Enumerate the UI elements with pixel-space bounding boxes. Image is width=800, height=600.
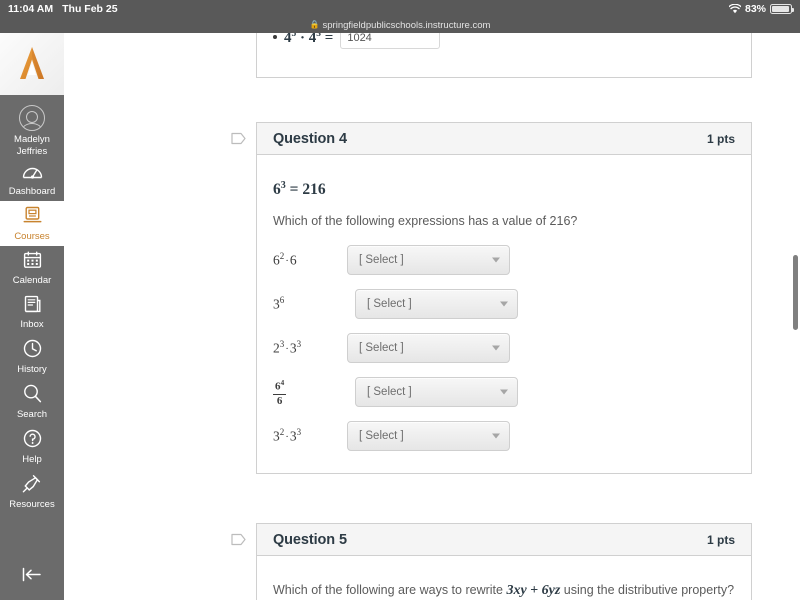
option-3-select[interactable]: [ Select ] — [347, 333, 510, 364]
chevron-down-icon — [492, 433, 500, 439]
question-4-option-row-1: 62·6 [ Select ] — [273, 245, 735, 276]
flag-icon[interactable] — [231, 532, 246, 552]
question-4-prompt: Which of the following expressions has a… — [273, 214, 578, 229]
help-icon — [23, 429, 42, 452]
pin-icon — [22, 474, 42, 497]
scrollbar-thumb[interactable] — [793, 255, 798, 330]
search-icon — [23, 384, 42, 407]
sidebar-item-dashboard[interactable]: Dashboard — [0, 159, 64, 201]
question-4-option-row-2: 36 [ Select ] — [273, 289, 735, 320]
option-3-expression: 23·33 — [273, 339, 302, 356]
option-4-select-label: [ Select ] — [367, 386, 412, 399]
option-5-expression: 32·33 — [273, 427, 302, 444]
option-4-numerator: 64 — [273, 378, 287, 395]
question-4-body: 63 = 216 Which of the following expressi… — [257, 155, 751, 473]
history-icon — [23, 339, 42, 362]
quiz-content-area: 45 · 43 = Question 4 1 pts 63 = — [64, 33, 800, 600]
option-4-expression: 64 6 — [273, 377, 355, 407]
previous-question-row: 45 · 43 = — [273, 33, 441, 49]
sidebar-label-resources: Resources — [9, 498, 55, 510]
chevron-down-icon — [492, 345, 500, 351]
global-nav-sidebar: Madelyn Jeffries Dashboard Courses Calen… — [0, 33, 64, 600]
sidebar-item-courses[interactable]: Courses — [0, 201, 64, 246]
question-5-math-1: 3xy — [506, 583, 527, 598]
question-5-prompt-before: Which of the following are ways to rewri… — [273, 583, 507, 597]
status-bar-date: Thu Feb 25 — [62, 2, 118, 15]
wifi-icon — [728, 3, 741, 14]
battery-percent-label: 83% — [744, 2, 766, 15]
sidebar-item-history[interactable]: History — [0, 334, 64, 379]
question-5-prompt-after: using the distributive property? — [560, 583, 735, 597]
battery-icon — [770, 3, 794, 14]
inbox-icon — [23, 295, 42, 317]
question-4-option-row-4: 64 6 [ Select ] — [273, 377, 735, 408]
status-bar-time: 11:04 AM — [8, 2, 54, 15]
question-5-math-op: + — [526, 583, 542, 598]
collapse-left-icon[interactable] — [0, 553, 64, 600]
option-1-select-label: [ Select ] — [359, 254, 404, 267]
option-4-denominator: 6 — [276, 394, 283, 407]
sidebar-item-inbox[interactable]: Inbox — [0, 290, 64, 334]
browser-url-bar[interactable]: 🔒 springfieldpublicschools.instructure.c… — [0, 17, 800, 33]
previous-question-answer-input[interactable] — [340, 33, 441, 49]
bullet-icon — [273, 35, 277, 39]
previous-question-card: 45 · 43 = — [256, 33, 752, 78]
chevron-down-icon — [500, 389, 508, 395]
sidebar-label-help: Help — [22, 453, 42, 465]
vertical-scrollbar[interactable] — [793, 33, 798, 600]
option-2-expression: 36 — [273, 295, 285, 312]
question-4-card: Question 4 1 pts 63 = 216 Which of the f… — [256, 122, 752, 475]
option-2-select-label: [ Select ] — [367, 298, 412, 311]
sidebar-label-history: History — [17, 363, 47, 375]
question-5-card: Question 5 1 pts Which of the following … — [256, 523, 752, 600]
account-name-line1: Madelyn — [14, 134, 50, 145]
question-5-header: Question 5 1 pts — [257, 524, 751, 556]
sidebar-label-dashboard: Dashboard — [8, 185, 56, 197]
calendar-icon — [23, 251, 42, 273]
question-4-header: Question 4 1 pts — [257, 123, 751, 155]
sidebar-label-inbox: Inbox — [20, 318, 44, 330]
url-text: springfieldpublicschools.instructure.com — [322, 19, 491, 31]
sidebar-item-account[interactable]: Madelyn Jeffries — [0, 95, 64, 159]
canvas-logo-icon[interactable] — [0, 33, 64, 95]
courses-icon — [23, 206, 42, 229]
status-bar-left: 11:04 AM Thu Feb 25 — [0, 3, 118, 15]
question-5-prompt: Which of the following are ways to rewri… — [273, 582, 735, 599]
option-4-fraction: 64 6 — [273, 377, 287, 407]
question-5-title: Question 5 — [273, 531, 347, 548]
question-4-math-stem: 63 = 216 — [273, 180, 326, 199]
lock-icon: 🔒 — [309, 20, 320, 29]
option-5-select-label: [ Select ] — [359, 430, 404, 443]
previous-question-expression: 45 · 43 = — [284, 33, 334, 46]
question-4-points: 1 pts — [706, 131, 735, 146]
question-4-option-row-5: 32·33 [ Select ] — [273, 421, 735, 452]
question-5-math-2: 6yz — [541, 583, 561, 598]
ipad-status-bar: 11:04 AM Thu Feb 25 83% — [0, 0, 800, 17]
sidebar-item-calendar[interactable]: Calendar — [0, 246, 64, 290]
sidebar-label-courses: Courses — [14, 230, 50, 242]
option-5-select[interactable]: [ Select ] — [347, 421, 510, 452]
question-4-option-row-3: 23·33 [ Select ] — [273, 333, 735, 364]
sidebar-label-search: Search — [16, 408, 48, 420]
account-name-line2: Jeffries — [16, 145, 48, 157]
question-4-title: Question 4 — [273, 130, 347, 147]
chevron-down-icon — [492, 257, 500, 263]
option-1-select[interactable]: [ Select ] — [347, 245, 510, 276]
chevron-down-icon — [500, 301, 508, 307]
avatar-icon — [19, 105, 45, 131]
sidebar-item-search[interactable]: Search — [0, 379, 64, 424]
option-1-expression: 62·6 — [273, 251, 297, 268]
status-bar-right: 83% — [728, 2, 800, 15]
option-4-select[interactable]: [ Select ] — [355, 377, 518, 408]
sidebar-item-help[interactable]: Help — [0, 424, 64, 469]
flag-icon[interactable] — [231, 131, 246, 151]
question-5-points: 1 pts — [706, 532, 735, 547]
question-5-body: Which of the following are ways to rewri… — [257, 556, 751, 600]
option-2-select[interactable]: [ Select ] — [355, 289, 518, 320]
battery-fill — [772, 5, 789, 12]
sidebar-label-calendar: Calendar — [12, 274, 52, 286]
dashboard-icon — [22, 164, 43, 184]
sidebar-item-resources[interactable]: Resources — [0, 469, 64, 514]
option-3-select-label: [ Select ] — [359, 342, 404, 355]
